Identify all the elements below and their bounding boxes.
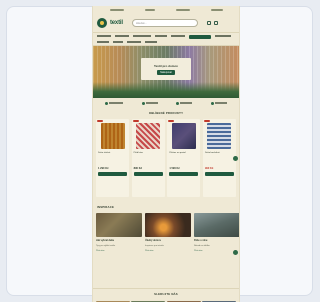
product-price: 1 290 Kč — [98, 166, 109, 170]
blog-read-more-link[interactable]: Číst více — [145, 250, 191, 252]
hero-banner: Textil pro domov Nakupovat — [93, 46, 239, 98]
check-icon — [105, 101, 109, 105]
check-icon — [210, 101, 214, 105]
product-name[interactable]: Deka bavlněná — [205, 152, 234, 155]
add-to-cart-button[interactable] — [98, 171, 127, 176]
search-placeholder: Hledat... — [135, 21, 147, 25]
usp-text — [109, 102, 124, 104]
blog-card[interactable]: Útulný domov Inspirace pro interiér Číst… — [145, 213, 191, 252]
product-price: 990 Kč — [204, 166, 214, 170]
product-card[interactable]: Deka bavlněná 990 Kč — [202, 119, 236, 197]
product-image[interactable] — [100, 123, 125, 149]
product-price: 1 590 Kč — [169, 166, 180, 170]
nav-item[interactable] — [133, 35, 151, 37]
blog-image[interactable] — [96, 213, 142, 237]
usp-item — [176, 101, 193, 105]
nav-item[interactable] — [113, 41, 123, 43]
product-image[interactable] — [171, 123, 196, 149]
topbar-item — [109, 9, 124, 11]
header-icons — [206, 21, 218, 25]
sale-badge — [97, 120, 103, 122]
check-icon — [176, 101, 180, 105]
chat-icon[interactable] — [233, 156, 238, 161]
blog-card[interactable]: Jak vybrat deku Tipy pro výběr textilu Č… — [96, 213, 142, 252]
blog-excerpt: Inspirace pro interiér — [145, 244, 164, 247]
cart-icon[interactable] — [213, 21, 218, 25]
usp-text — [145, 102, 158, 104]
blog-excerpt: Tipy pro výběr textilu — [96, 244, 116, 247]
product-name[interactable]: Pléd káro — [134, 152, 163, 155]
usp-item — [105, 101, 124, 105]
add-to-cart-button[interactable] — [169, 171, 199, 176]
blog-excerpt: Návod na údržbu — [194, 244, 210, 247]
product-image[interactable] — [207, 123, 232, 149]
check-icon — [141, 101, 145, 105]
nav-item[interactable] — [115, 35, 129, 37]
blog-grid: Jak vybrat deku Tipy pro výběr textilu Č… — [93, 213, 239, 252]
blog-title[interactable]: Útulný domov — [145, 239, 191, 243]
product-name[interactable]: Deka vlněná — [98, 152, 127, 155]
blog-section-title: INSPIRACE — [97, 205, 115, 209]
hero-foliage — [93, 82, 239, 98]
product-card[interactable]: Pléd káro 890 Kč — [131, 119, 165, 197]
product-grid: Deka vlněná 1 290 Kč Pléd káro 890 Kč Př… — [93, 119, 239, 197]
nav-cta-button[interactable] — [189, 35, 211, 39]
scroll-top-icon[interactable] — [233, 250, 238, 255]
nav-item[interactable] — [155, 35, 167, 37]
usp-text — [180, 102, 193, 104]
nav-item[interactable] — [97, 35, 111, 37]
search-input[interactable]: Hledat... — [131, 19, 198, 27]
add-to-cart-button[interactable] — [133, 171, 163, 176]
nav-item[interactable] — [171, 35, 185, 37]
logo-text[interactable]: textil — [110, 20, 123, 26]
blog-read-more-link[interactable]: Číst více — [96, 250, 142, 252]
sale-badge — [168, 120, 175, 122]
hero-title: Textil pro domov — [154, 63, 178, 68]
sale-badge — [203, 120, 210, 122]
blog-title[interactable]: Jak vybrat deku — [96, 239, 142, 243]
product-image[interactable] — [136, 123, 161, 149]
nav-item[interactable] — [215, 35, 231, 37]
account-icon[interactable] — [206, 21, 211, 25]
hero-cta-button[interactable]: Nakupovat — [157, 69, 175, 75]
product-price: 890 Kč — [133, 166, 143, 170]
footer-strip: SLEDUJTE NÁS — [93, 288, 239, 302]
usp-item — [141, 101, 158, 105]
footer-section-title: SLEDUJTE NÁS — [154, 292, 178, 296]
topbar-item — [175, 9, 190, 11]
website-screenshot: textil Hledat... Textil pro domov Nakupo… — [92, 6, 240, 302]
usp-bar — [93, 98, 239, 108]
nav-item[interactable] — [97, 41, 109, 43]
blog-card[interactable]: Péče o vlnu Návod na údržbu Číst více — [194, 213, 239, 252]
sale-badge — [132, 120, 139, 122]
product-card[interactable]: Deka vlněná 1 290 Kč — [96, 119, 129, 197]
site-header: textil Hledat... — [93, 14, 239, 32]
topbar-item — [144, 9, 155, 11]
blog-image[interactable] — [194, 213, 239, 237]
products-section-title: OBLÍBENÉ PRODUKTY — [148, 111, 184, 115]
usp-text — [214, 102, 227, 104]
top-info-bar — [93, 6, 239, 14]
product-card[interactable]: Přehoz na postel 1 590 Kč — [167, 119, 201, 197]
blog-image[interactable] — [145, 213, 191, 237]
hero-overlay-box: Textil pro domov Nakupovat — [141, 58, 191, 80]
blog-title[interactable]: Péče o vlnu — [194, 239, 239, 243]
nav-item[interactable] — [145, 41, 157, 43]
main-nav — [93, 32, 239, 46]
topbar-item — [210, 9, 223, 11]
logo-icon[interactable] — [97, 18, 107, 28]
product-name[interactable]: Přehoz na postel — [169, 152, 198, 155]
add-to-cart-button[interactable] — [204, 171, 234, 176]
nav-item[interactable] — [127, 41, 141, 43]
usp-item — [210, 101, 227, 105]
